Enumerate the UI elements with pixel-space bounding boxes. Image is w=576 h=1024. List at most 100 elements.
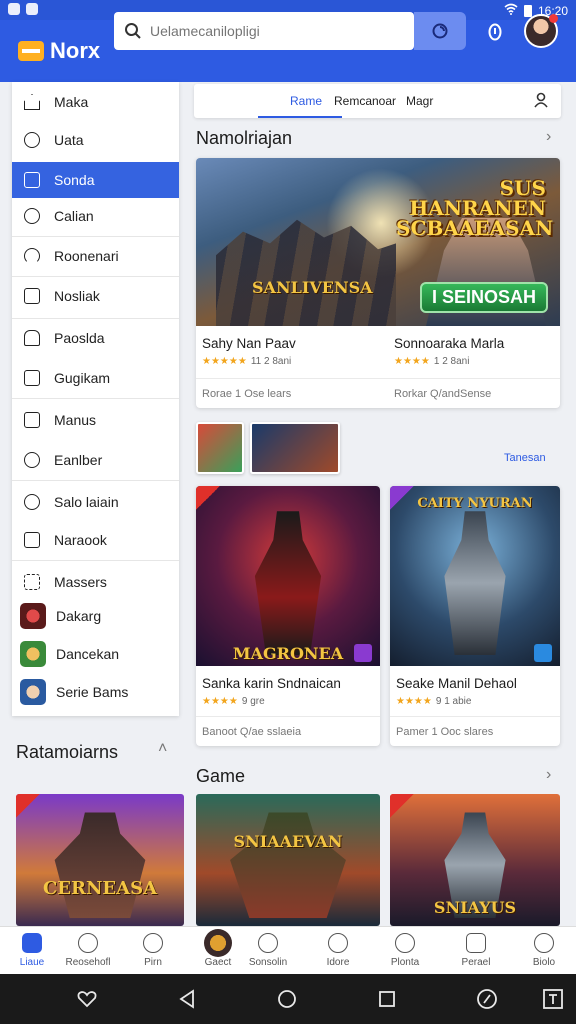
rating-stars: ★★★★ 1 2 8ani: [394, 356, 469, 367]
sidebar-item-label: Dakarg: [56, 608, 102, 624]
art-title: MAGRONEA: [232, 644, 344, 663]
bottom-nav-perael[interactable]: Perael: [444, 931, 508, 968]
rating-stars: ★★★★ 9 1 abie: [396, 696, 471, 707]
hero-figure: [54, 812, 146, 919]
notification-icon: [26, 3, 38, 15]
battery-icon: [523, 4, 532, 17]
sidebar-item-label: Nosliak: [54, 288, 100, 304]
hero-figure: [230, 812, 346, 919]
game-card[interactable]: MAGRONEA Sanka karin Sndnaican ★★★★ 9 gre…: [196, 486, 380, 746]
featured-game-name[interactable]: Sonnoaraka Marla: [394, 336, 504, 351]
bottom-nav-pirn[interactable]: Pirn: [121, 931, 185, 968]
sidebar-item-dancekan[interactable]: Dancekan: [12, 636, 179, 672]
assistant-icon[interactable]: [476, 988, 498, 1010]
profile-icon[interactable]: [534, 92, 548, 113]
bottom-nav-label: Sonsolin: [248, 957, 288, 968]
folder-icon: [24, 172, 40, 188]
bottom-nav-label: Biolo: [532, 957, 556, 968]
featured-card[interactable]: SUS HANRANEN SCBAAEASAN SANLIVENSA I SEI…: [196, 158, 560, 408]
heart-icon[interactable]: [76, 988, 98, 1010]
home-circle-icon[interactable]: [276, 988, 298, 1010]
sidebar-item-paoslda[interactable]: Paoslda: [12, 320, 179, 356]
sidebar-item-nosliak[interactable]: Nosliak: [12, 278, 179, 314]
bottom-nav-reosehofl[interactable]: Reosehofl: [56, 931, 120, 968]
bottom-nav-plonta[interactable]: Plonta: [373, 931, 437, 968]
sidebar-item-eanlber[interactable]: Eanlber: [12, 442, 179, 478]
sidebar-item-serie-bams[interactable]: Serie Bams: [12, 674, 179, 710]
sidebar-item-gugikam[interactable]: Gugikam: [12, 360, 179, 396]
chevron-right-icon[interactable]: ›: [546, 766, 551, 784]
game-meta: Rorae 1 Ose lears: [202, 388, 292, 400]
see-more-link[interactable]: Tanesan: [504, 452, 546, 464]
bottom-nav-biolo[interactable]: Biolo: [512, 931, 576, 968]
sidebar-item-salo-laiain[interactable]: Salo laiain: [12, 484, 179, 520]
tab-rame[interactable]: Rame: [290, 94, 322, 108]
sidebar-item-naraook[interactable]: Naraook: [12, 522, 179, 558]
sidebar-item-label: Serie Bams: [56, 684, 129, 700]
stars: ★★★★: [394, 356, 430, 367]
notification-bell-icon[interactable]: [484, 21, 506, 43]
sidebar-item-label: Paoslda: [54, 330, 105, 346]
keyboard-icon[interactable]: [542, 988, 564, 1010]
sidebar-item-calian[interactable]: Calian: [12, 198, 179, 234]
bottom-nav-label: Idore: [326, 957, 350, 968]
sidebar-item-roonenari[interactable]: Roonenari: [12, 238, 179, 274]
rating-stars: ★★★★★ 11 2 8ani: [202, 356, 291, 367]
notification-icon: [8, 3, 20, 15]
banner-badge: I SEINOSAH: [419, 282, 548, 313]
game-meta: Banoot Q/ae sslaeia: [202, 726, 302, 738]
wifi-icon: [504, 3, 518, 18]
divider: [12, 236, 179, 237]
game-section-title: Game: [196, 766, 246, 786]
new-tag: [16, 794, 40, 818]
gear-icon: [395, 933, 415, 953]
game-card[interactable]: SNIAYUS: [390, 794, 560, 926]
search-bar[interactable]: [114, 12, 414, 50]
sidebar-item-manus[interactable]: Manus: [12, 402, 179, 438]
sidebar-item-sonda[interactable]: Sonda: [12, 162, 179, 198]
system-nav-bar: [0, 974, 576, 1024]
search-button[interactable]: [414, 12, 466, 50]
user-icon: [534, 933, 554, 953]
chevron-up-icon[interactable]: ˄: [158, 740, 167, 758]
divider: [12, 276, 179, 277]
user-avatar[interactable]: [524, 14, 558, 48]
game-artwork: MAGRONEA: [196, 486, 380, 666]
tab-bar: Rame Remcanoar Magr: [194, 84, 561, 118]
chevron-right-icon[interactable]: ›: [546, 128, 551, 146]
recents-icon[interactable]: [376, 988, 398, 1010]
sidebar-item-label: Naraook: [54, 532, 107, 548]
bottom-nav-sonsolin[interactable]: Sonsolin: [236, 931, 300, 968]
art-title: CAITY NYURAN: [417, 496, 533, 511]
rating-count: 1 2 8ani: [433, 356, 470, 367]
art-title: SNIAYUS: [433, 898, 517, 917]
sidebar-item-dakarg[interactable]: Dakarg: [12, 598, 179, 634]
search-icon: [125, 23, 141, 39]
divider: [12, 398, 179, 399]
hero-figure: [254, 511, 322, 656]
mini-game-thumbnail[interactable]: [196, 422, 244, 474]
sidebar-item-uata[interactable]: Uata: [12, 122, 179, 158]
back-icon[interactable]: [176, 988, 198, 1010]
search-input[interactable]: [150, 23, 390, 39]
platform-icon: [354, 644, 372, 662]
user-icon: [24, 452, 40, 468]
game-meta: Pamer 1 Ooc slares: [396, 726, 494, 738]
game-card[interactable]: CAITY NYURAN Seake Manil Dehaol ★★★★ 9 1 …: [390, 486, 560, 746]
game-card[interactable]: CERNEASA: [16, 794, 184, 926]
tab-remcanoar[interactable]: Remcanoar: [334, 94, 396, 108]
sidebar-item-massers[interactable]: Massers: [12, 564, 179, 600]
section-title: Ratamoiarns: [16, 742, 119, 762]
bottom-nav-home[interactable]: Liaue: [0, 931, 64, 968]
game-card[interactable]: SNIAAEVAN: [196, 794, 380, 926]
app-logo[interactable]: Norx: [18, 38, 100, 64]
image-icon: [466, 933, 486, 953]
grid-icon: [24, 574, 40, 590]
gamepad-icon: [78, 933, 98, 953]
featured-game-name[interactable]: Sahy Nan Paav: [202, 336, 296, 351]
mini-game-thumbnail[interactable]: [250, 422, 340, 474]
bottom-nav-idore[interactable]: Idore: [306, 931, 370, 968]
tab-magr[interactable]: Magr: [406, 94, 433, 108]
search-submit-icon: [432, 23, 448, 39]
sidebar-item-maka[interactable]: Maka: [12, 84, 179, 120]
